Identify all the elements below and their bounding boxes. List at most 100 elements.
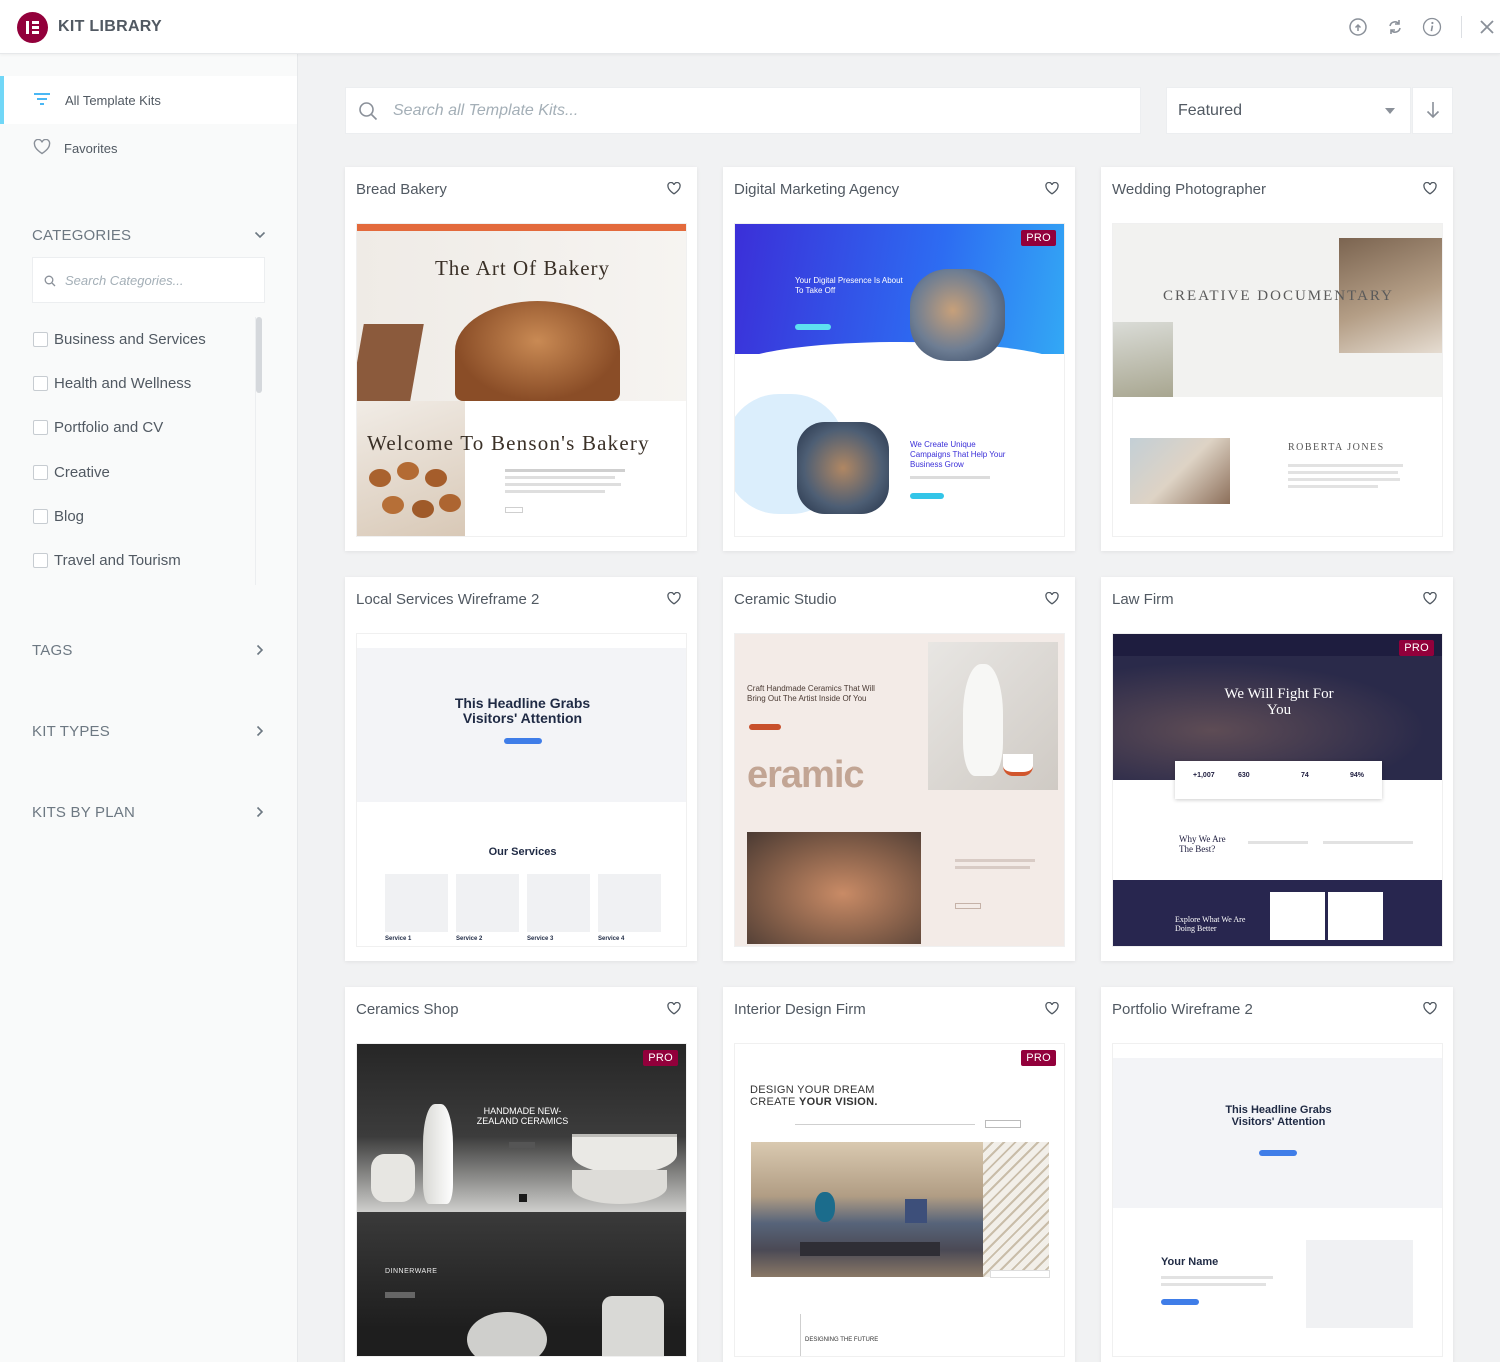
sort-select[interactable]: Featured: [1166, 87, 1411, 134]
sort-value: Featured: [1178, 102, 1243, 119]
sort-direction-button[interactable]: [1412, 87, 1453, 134]
kit-title: Portfolio Wireframe 2: [1112, 1001, 1253, 1018]
kit-preview[interactable]: DESIGN YOUR DREAM CREATE YOUR VISION. DE…: [734, 1043, 1065, 1357]
kit-preview[interactable]: This Headline Grabs Visitors' Attention …: [1112, 1043, 1443, 1357]
preview-heading: Craft Handmade Ceramics That Will Bring …: [747, 684, 875, 703]
category-portfolio-and-cv[interactable]: Portfolio and CV: [32, 416, 247, 436]
kit-card-ceramic-studio[interactable]: Ceramic Studio Craft Handmade Ceramics T…: [723, 577, 1075, 961]
section-label: KITS BY PLAN: [32, 804, 135, 821]
preview-heading-line: CREATE YOUR VISION.: [750, 1096, 878, 1108]
kit-title: Local Services Wireframe 2: [356, 591, 540, 608]
search-icon: [359, 102, 378, 121]
preview-service: Service 4: [598, 936, 625, 942]
kit-card-portfolio-wireframe-2[interactable]: Portfolio Wireframe 2 This Headline Grab…: [1101, 987, 1453, 1362]
kit-card-ceramics-shop[interactable]: Ceramics Shop HANDMADE NEW-ZEALAND CERAM…: [345, 987, 697, 1362]
kit-types-toggle[interactable]: KIT TYPES: [32, 720, 268, 744]
info-icon[interactable]: [1422, 17, 1442, 37]
info-circle-icon[interactable]: [1348, 17, 1368, 37]
kit-preview[interactable]: HANDMADE NEW-ZEALAND CERAMICS DINNERWARE…: [356, 1043, 687, 1357]
preview-heading: HANDMADE NEW-ZEALAND CERAMICS: [476, 1106, 569, 1126]
favorite-heart-icon[interactable]: [1423, 592, 1437, 605]
kit-card-law-firm[interactable]: Law Firm We Will Fight For You +1,007 63…: [1101, 577, 1453, 961]
caret-down-icon: [1385, 108, 1395, 114]
checkbox[interactable]: [33, 332, 48, 347]
nav-label: Favorites: [64, 141, 118, 156]
sidebar: All Template Kits Favorites CATEGORIES B…: [0, 54, 298, 1362]
chevron-down-icon: [254, 231, 266, 239]
kit-title: Digital Marketing Agency: [734, 181, 900, 198]
kit-title: Ceramic Studio: [734, 591, 837, 608]
checkbox[interactable]: [33, 509, 48, 524]
favorite-heart-icon[interactable]: [1045, 592, 1059, 605]
checkbox[interactable]: [33, 553, 48, 568]
kit-card-wedding-photographer[interactable]: Wedding Photographer CREATIVE DOCUMENTAR…: [1101, 167, 1453, 551]
preview-subheading: DINNERWARE: [385, 1268, 438, 1275]
favorite-heart-icon[interactable]: [667, 592, 681, 605]
category-label: Business and Services: [54, 331, 206, 348]
category-business-and-services[interactable]: Business and Services: [32, 328, 247, 348]
category-scrollbar[interactable]: [255, 317, 262, 585]
heart-icon: [33, 139, 51, 155]
preview-heading: This Headline Grabs Visitors' Attention: [1225, 1104, 1332, 1128]
preview-tagline: Explore What We Are Doing Better: [1175, 915, 1246, 933]
category-label: Blog: [54, 508, 85, 525]
category-health-and-wellness[interactable]: Health and Wellness: [32, 372, 247, 392]
favorite-heart-icon[interactable]: [667, 182, 681, 195]
section-label: CATEGORIES: [32, 227, 132, 244]
kit-preview[interactable]: We Will Fight For You +1,007 630 74 94% …: [1112, 633, 1443, 947]
preview-stat: 94%: [1350, 772, 1365, 779]
kit-preview[interactable]: Your Digital Presence Is About To Take O…: [734, 223, 1065, 537]
favorite-heart-icon[interactable]: [1423, 182, 1437, 195]
nav-favorites[interactable]: Favorites: [0, 124, 297, 172]
chevron-right-icon: [256, 725, 264, 737]
close-icon[interactable]: [1477, 17, 1497, 37]
kit-preview[interactable]: Craft Handmade Ceramics That Will Bring …: [734, 633, 1065, 947]
preview-service: Service 2: [456, 936, 483, 942]
kit-card-local-services-wireframe-2[interactable]: Local Services Wireframe 2 This Headline…: [345, 577, 697, 961]
section-label: KIT TYPES: [32, 723, 110, 740]
kit-preview[interactable]: The Art Of Bakery Welcome To Benson's Ba…: [356, 223, 687, 537]
favorite-heart-icon[interactable]: [1045, 1002, 1059, 1015]
nav-all-template-kits[interactable]: All Template Kits: [0, 76, 297, 124]
elementor-logo-icon: [17, 12, 48, 43]
kit-preview[interactable]: This Headline Grabs Visitors' Attention …: [356, 633, 687, 947]
kit-title: Bread Bakery: [356, 181, 447, 198]
category-creative[interactable]: Creative: [32, 461, 247, 481]
kits-by-plan-toggle[interactable]: KITS BY PLAN: [32, 801, 268, 825]
checkbox[interactable]: [33, 465, 48, 480]
section-label: TAGS: [32, 642, 73, 659]
category-travel-and-tourism[interactable]: Travel and Tourism: [32, 549, 247, 569]
kit-title: Wedding Photographer: [1112, 181, 1266, 198]
kit-card-bread-bakery[interactable]: Bread Bakery The Art Of Bakery Welcome T…: [345, 167, 697, 551]
sync-icon[interactable]: [1385, 17, 1405, 37]
tags-toggle[interactable]: TAGS: [32, 639, 268, 663]
preview-stat: 74: [1301, 772, 1309, 779]
kit-title: Law Firm: [1112, 591, 1174, 608]
category-search: [32, 257, 265, 303]
kit-preview[interactable]: CREATIVE DOCUMENTARY ROBERTA JONES: [1112, 223, 1443, 537]
favorite-heart-icon[interactable]: [1423, 1002, 1437, 1015]
category-search-input[interactable]: [65, 270, 255, 290]
preview-subheading: We Create Unique Campaigns That Help You…: [910, 440, 1006, 469]
chevron-right-icon: [256, 806, 264, 818]
preview-subheading: Welcome To Benson's Bakery: [367, 431, 650, 455]
preview-subheading: DESIGNING THE FUTURE: [805, 1337, 879, 1343]
favorite-heart-icon[interactable]: [667, 1002, 681, 1015]
preview-subheading: Why We Are The Best?: [1179, 834, 1226, 854]
kit-card-interior-design-firm[interactable]: Interior Design Firm DESIGN YOUR DREAM C…: [723, 987, 1075, 1362]
kit-title: Ceramics Shop: [356, 1001, 459, 1018]
checkbox[interactable]: [33, 376, 48, 391]
preview-subheading: Our Services: [488, 846, 557, 858]
category-blog[interactable]: Blog: [32, 505, 247, 525]
kit-card-digital-marketing-agency[interactable]: Digital Marketing Agency Your Digital Pr…: [723, 167, 1075, 551]
kit-search-input[interactable]: [393, 100, 1113, 122]
category-label: Portfolio and CV: [54, 419, 164, 436]
kit-search: [345, 87, 1141, 134]
category-label: Travel and Tourism: [54, 552, 181, 569]
categories-toggle[interactable]: CATEGORIES: [32, 224, 268, 248]
favorite-heart-icon[interactable]: [1045, 182, 1059, 195]
scrollbar-thumb[interactable]: [256, 317, 262, 393]
checkbox[interactable]: [33, 420, 48, 435]
preview-heading: The Art Of Bakery: [434, 256, 611, 280]
preview-heading: Your Digital Presence Is About To Take O…: [795, 276, 903, 295]
